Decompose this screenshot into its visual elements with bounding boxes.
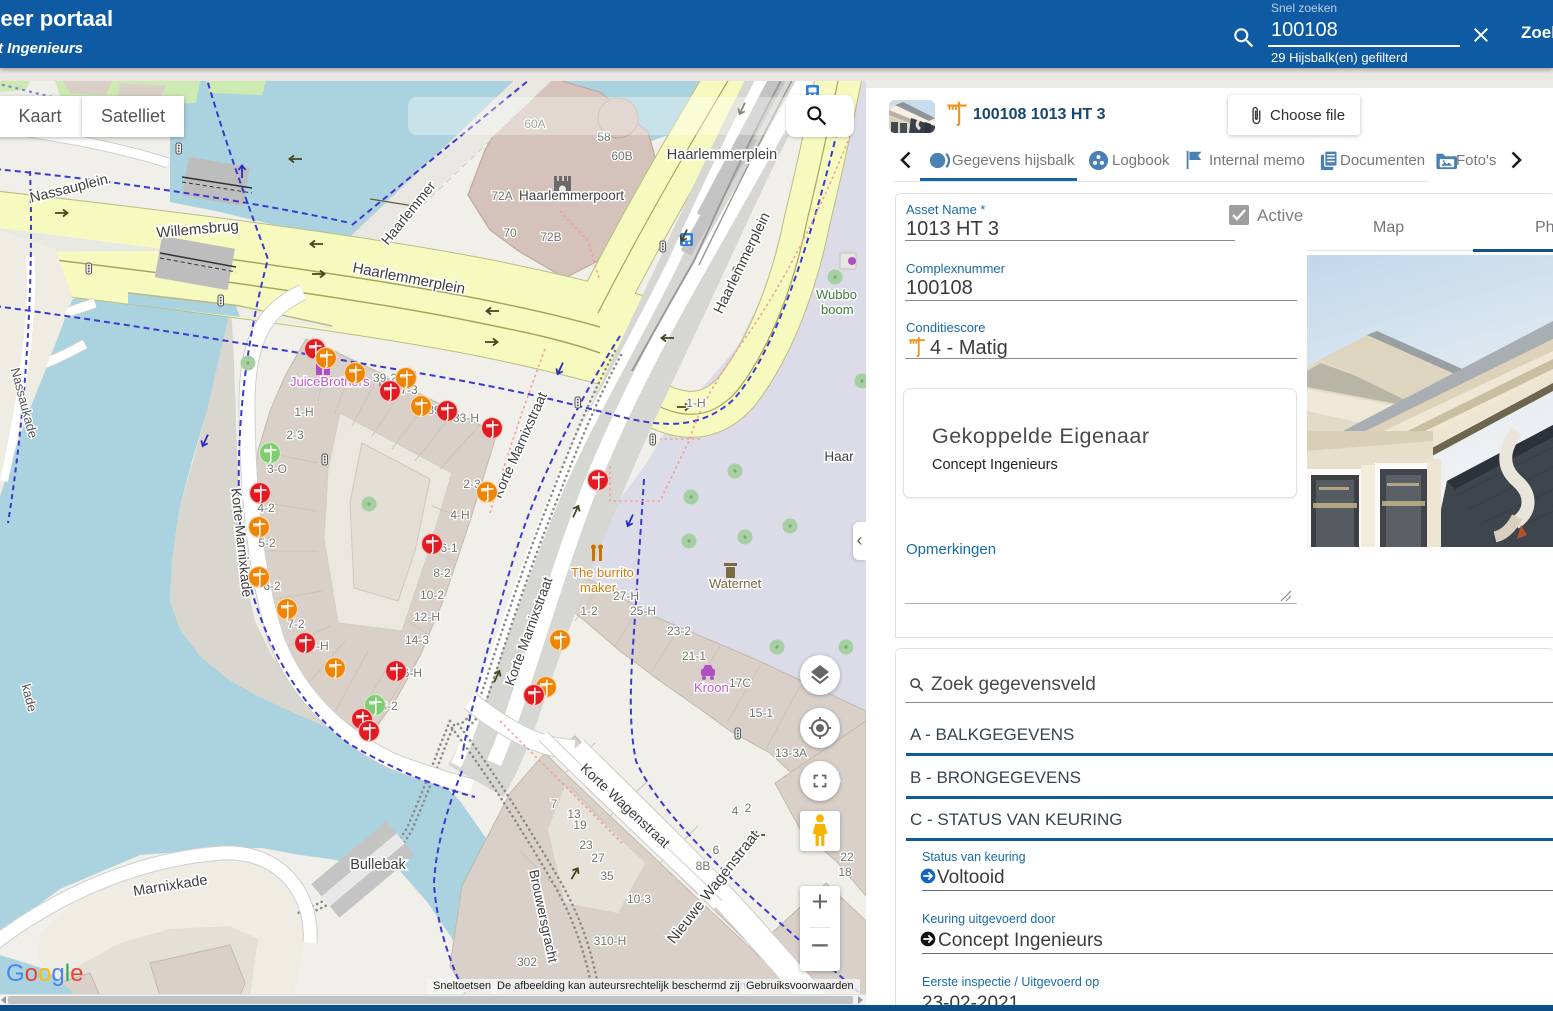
svg-text:maker: maker <box>580 580 617 595</box>
svg-text:25-H: 25-H <box>630 604 656 618</box>
svg-text:1-H: 1-H <box>686 396 705 410</box>
svg-text:Wubbo: Wubbo <box>816 287 857 302</box>
svg-text:27-H: 27-H <box>613 589 639 603</box>
svg-text:4: 4 <box>732 804 739 818</box>
svg-text:23-2: 23-2 <box>667 624 691 638</box>
svg-text:70: 70 <box>503 226 517 240</box>
svg-text:1-H: 1-H <box>294 405 313 419</box>
svg-text:The burrito: The burrito <box>571 565 634 580</box>
svg-text:302: 302 <box>517 955 537 969</box>
svg-text:5-2: 5-2 <box>258 536 276 550</box>
svg-text:2: 2 <box>745 801 752 815</box>
svg-text:Bullebak: Bullebak <box>350 857 406 873</box>
svg-text:2-3: 2-3 <box>286 428 304 442</box>
svg-text:23: 23 <box>579 838 593 852</box>
svg-text:8B: 8B <box>696 859 711 873</box>
svg-text:35: 35 <box>600 869 614 883</box>
svg-text:boom: boom <box>821 302 854 317</box>
svg-text:7: 7 <box>551 797 558 811</box>
svg-text:18: 18 <box>838 865 852 879</box>
svg-text:10-2: 10-2 <box>420 588 444 602</box>
svg-text:Haarlemmerpoort: Haarlemmerpoort <box>519 188 624 203</box>
svg-text:17C: 17C <box>729 676 751 690</box>
svg-text:72A: 72A <box>491 189 512 203</box>
svg-text:22: 22 <box>840 850 854 864</box>
svg-text:27: 27 <box>591 851 605 865</box>
svg-text:Haar: Haar <box>824 449 854 464</box>
svg-text:3-O: 3-O <box>267 462 287 476</box>
svg-text:60B: 60B <box>611 149 632 163</box>
svg-text:8-2: 8-2 <box>433 566 451 580</box>
svg-text:15-1: 15-1 <box>749 706 773 720</box>
svg-text:19: 19 <box>573 818 587 832</box>
svg-text:Kroon: Kroon <box>694 680 729 695</box>
svg-text:310-H: 310-H <box>594 934 627 948</box>
svg-text:1-2: 1-2 <box>580 604 598 618</box>
svg-text:6: 6 <box>713 843 720 857</box>
svg-text:72B: 72B <box>540 230 561 244</box>
svg-text:4-H: 4-H <box>450 508 469 522</box>
svg-text:21-1: 21-1 <box>682 649 706 663</box>
svg-text:10-3: 10-3 <box>627 892 651 906</box>
svg-text:14-3: 14-3 <box>405 633 429 647</box>
svg-text:12-H: 12-H <box>414 610 440 624</box>
svg-text:13-3A: 13-3A <box>775 746 807 760</box>
svg-text:Haarlemmerplein: Haarlemmerplein <box>667 147 777 163</box>
svg-text:Waternet: Waternet <box>709 576 762 591</box>
